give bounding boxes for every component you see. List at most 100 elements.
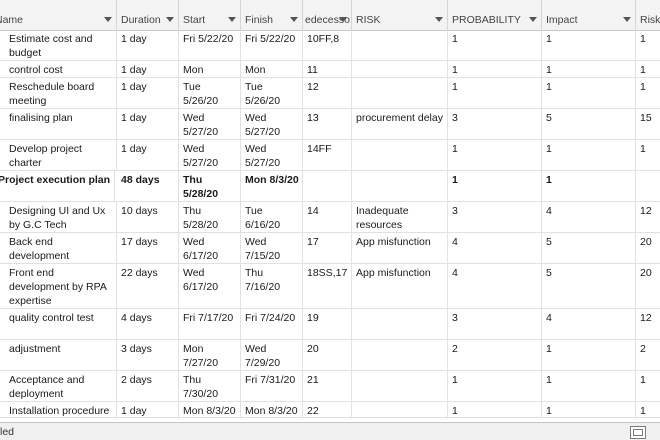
cell-impact[interactable]: 5	[542, 109, 636, 139]
task-row[interactable]: Front end development by RPA expertise 22…	[0, 264, 660, 309]
cell-finish[interactable]: Wed 5/27/20	[241, 109, 303, 139]
cell-risk[interactable]	[352, 140, 448, 170]
task-row[interactable]: Installation procedure 1 day Mon 8/3/20 Mon…	[0, 402, 660, 418]
cell-probability[interactable]: 1	[448, 61, 542, 77]
cell-risk[interactable]	[352, 171, 448, 201]
cell-riskscore[interactable]: 1	[636, 371, 660, 401]
filter-dropdown-icon[interactable]	[166, 17, 174, 22]
cell-impact[interactable]: 1	[542, 402, 636, 417]
cell-name[interactable]: Installation procedure	[0, 402, 117, 417]
cell-predecessors[interactable]: 12	[303, 78, 352, 108]
cell-impact[interactable]: 1	[542, 340, 636, 370]
cell-riskscore[interactable]: 1	[636, 61, 660, 77]
cell-start[interactable]: Mon 5/25/20	[179, 61, 241, 77]
cell-duration[interactable]: 22 days	[117, 264, 179, 308]
task-row[interactable]: Estimate cost and budget 1 day Fri 5/22/20…	[0, 30, 660, 61]
cell-start[interactable]: Thu 7/30/20	[179, 371, 241, 401]
cell-risk[interactable]: App misfunction	[352, 264, 448, 308]
filter-dropdown-icon[interactable]	[529, 17, 537, 22]
cell-impact[interactable]: 1	[542, 61, 636, 77]
cell-duration[interactable]: 1 day	[117, 402, 179, 417]
task-row[interactable]: Designing UI and Ux by G.C Tech 10 days Th…	[0, 202, 660, 233]
cell-riskscore[interactable]: 1	[636, 30, 660, 60]
column-header-predecessors[interactable]: edecesso	[303, 0, 352, 30]
cell-start[interactable]: Wed 5/27/20	[179, 140, 241, 170]
cell-probability[interactable]: 1	[448, 78, 542, 108]
cell-predecessors[interactable]: 17	[303, 233, 352, 263]
cell-probability[interactable]: 1	[448, 402, 542, 417]
cell-finish[interactable]: Mon 8/3/20	[241, 171, 303, 201]
cell-riskscore[interactable]	[636, 171, 660, 201]
column-header-risk[interactable]: RISK	[352, 0, 448, 30]
filter-dropdown-icon[interactable]	[290, 17, 298, 22]
cell-duration[interactable]: 1 day	[117, 78, 179, 108]
column-header-name[interactable]: Name	[0, 0, 117, 30]
cell-probability[interactable]: 1	[448, 371, 542, 401]
cell-name[interactable]: Acceptance and deployment	[0, 371, 117, 401]
cell-name[interactable]: Estimate cost and budget	[0, 30, 117, 60]
task-row[interactable]: Develop project charter 1 day Wed 5/27/20 W…	[0, 140, 660, 171]
task-row[interactable]: control cost1 dayMon 5/25/20Mon 5/25/201…	[0, 61, 660, 78]
cell-riskscore[interactable]: 1	[636, 78, 660, 108]
cell-predecessors[interactable]: 11	[303, 61, 352, 77]
cell-finish[interactable]: Wed 7/15/20	[241, 233, 303, 263]
cell-finish[interactable]: Mon 8/3/20	[241, 402, 303, 417]
cell-risk[interactable]: procurement delay	[352, 109, 448, 139]
cell-predecessors[interactable]: 14FF	[303, 140, 352, 170]
summary-task-row[interactable]: Project execution plan 48 days Thu 5/28/20…	[0, 171, 660, 202]
cell-finish[interactable]: Thu 7/16/20	[241, 264, 303, 308]
cell-duration[interactable]: 48 days	[117, 171, 179, 201]
cell-name[interactable]: Reschedule board meeting	[0, 78, 117, 108]
filter-dropdown-icon[interactable]	[339, 17, 347, 22]
filter-dropdown-icon[interactable]	[104, 17, 112, 22]
cell-risk[interactable]: App misfunction	[352, 233, 448, 263]
cell-predecessors[interactable]: 14	[303, 202, 352, 232]
cell-riskscore[interactable]: 12	[636, 202, 660, 232]
cell-risk[interactable]	[352, 402, 448, 417]
cell-finish[interactable]: Tue 6/16/20	[241, 202, 303, 232]
cell-start[interactable]: Fri 7/17/20	[179, 309, 241, 339]
cell-risk[interactable]	[352, 309, 448, 339]
cell-predecessors[interactable]: 21	[303, 371, 352, 401]
cell-probability[interactable]: 2	[448, 340, 542, 370]
cell-impact[interactable]: 5	[542, 233, 636, 263]
cell-probability[interactable]: 4	[448, 233, 542, 263]
cell-impact[interactable]: 1	[542, 140, 636, 170]
cell-name[interactable]: Develop project charter	[0, 140, 117, 170]
cell-riskscore[interactable]: 2	[636, 340, 660, 370]
filter-dropdown-icon[interactable]	[435, 17, 443, 22]
cell-riskscore[interactable]: 12	[636, 309, 660, 339]
column-header-impact[interactable]: Impact	[542, 0, 636, 30]
filter-dropdown-icon[interactable]	[228, 17, 236, 22]
cell-finish[interactable]: Fri 7/31/20	[241, 371, 303, 401]
cell-probability[interactable]: 1	[448, 140, 542, 170]
cell-predecessors[interactable]: 18SS,17	[303, 264, 352, 308]
cell-probability[interactable]: 3	[448, 309, 542, 339]
cell-riskscore[interactable]: 1	[636, 402, 660, 417]
cell-probability[interactable]: 1	[448, 30, 542, 60]
cell-finish[interactable]: Fri 5/22/20	[241, 30, 303, 60]
cell-risk[interactable]	[352, 78, 448, 108]
cell-riskscore[interactable]: 1	[636, 140, 660, 170]
cell-start[interactable]: Thu 5/28/20	[179, 202, 241, 232]
cell-probability[interactable]: 1	[448, 171, 542, 201]
cell-duration[interactable]: 1 day	[117, 61, 179, 77]
cell-duration[interactable]: 3 days	[117, 340, 179, 370]
column-header-duration[interactable]: Duration	[117, 0, 179, 30]
cell-impact[interactable]: 4	[542, 202, 636, 232]
cell-finish[interactable]: Wed 5/27/20	[241, 140, 303, 170]
normal-view-icon[interactable]	[630, 426, 646, 439]
cell-name[interactable]: adjustment	[0, 340, 117, 370]
cell-finish[interactable]: Wed 7/29/20	[241, 340, 303, 370]
cell-duration[interactable]: 10 days	[117, 202, 179, 232]
cell-impact[interactable]: 5	[542, 264, 636, 308]
cell-finish[interactable]: Tue 5/26/20	[241, 78, 303, 108]
cell-name[interactable]: control cost	[0, 61, 117, 77]
task-row[interactable]: quality control test 4 days Fri 7/17/20 Fri…	[0, 309, 660, 340]
column-header-probability[interactable]: PROBABILITY	[448, 0, 542, 30]
cell-risk[interactable]	[352, 30, 448, 60]
cell-finish[interactable]: Mon 5/25/20	[241, 61, 303, 77]
cell-predecessors[interactable]: 10FF,8	[303, 30, 352, 60]
filter-dropdown-icon[interactable]	[623, 17, 631, 22]
cell-duration[interactable]: 2 days	[117, 371, 179, 401]
